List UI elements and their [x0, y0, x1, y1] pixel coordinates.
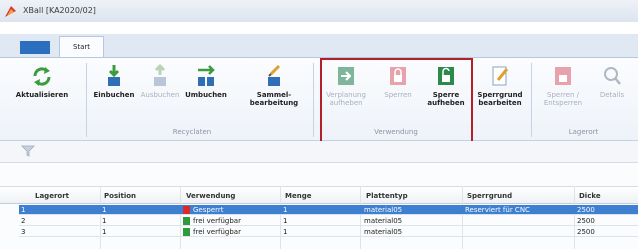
rebook-icon	[198, 65, 215, 86]
book-out-label: Ausbuchen	[140, 91, 180, 99]
tab-start[interactable]: Start	[59, 36, 104, 58]
column-header-verwendung[interactable]: Verwendung	[186, 192, 235, 200]
column-header-lagerort[interactable]: Lagerort	[35, 192, 69, 200]
table-header: Lagerort Position Verwendung Menge Platt…	[0, 186, 638, 204]
filter-icon[interactable]	[21, 145, 35, 157]
separator	[86, 63, 87, 137]
book-in-icon	[108, 65, 120, 86]
details-button[interactable]: Details	[594, 64, 630, 99]
edit-document-icon	[492, 66, 509, 86]
group-label-recycling: Recyclaten	[172, 128, 212, 136]
bulk-edit-label: Sammel- bearbeitung	[249, 91, 299, 107]
cell-sperrgrund: Reserviert für CNC	[465, 206, 530, 214]
lock-storage-icon	[555, 67, 571, 85]
refresh-icon	[33, 67, 51, 86]
details-label: Details	[599, 91, 625, 99]
cell-plattentyp: material05	[364, 228, 403, 236]
highlight-frame	[320, 58, 473, 146]
column-header-position[interactable]: Position	[104, 192, 136, 200]
refresh-label: Aktualisieren	[15, 91, 69, 99]
cell-verwendung: frei verfügbar	[193, 217, 241, 225]
column-header-menge[interactable]: Menge	[285, 192, 311, 200]
table-row[interactable]: 2 1 frei verfügbar 1 material05 2500	[19, 216, 638, 226]
rebook-button[interactable]: Umbuchen	[184, 64, 228, 99]
edit-lock-reason-label: Sperrgrund bearbeiten	[477, 91, 523, 107]
book-out-icon	[154, 64, 166, 86]
column-header-sperrgrund[interactable]: Sperrgrund	[467, 192, 512, 200]
tab-file[interactable]	[20, 41, 50, 54]
cell-position: 1	[102, 217, 107, 225]
cell-lagerort: 2	[21, 217, 26, 225]
cell-plattentyp: material05	[364, 217, 403, 225]
cell-position: 1	[102, 228, 107, 236]
bulk-edit-button[interactable]: Sammel- bearbeitung	[246, 64, 302, 107]
locked-status-icon	[183, 206, 190, 214]
cell-dicke: 2500	[577, 228, 595, 236]
bulk-edit-icon	[268, 64, 281, 86]
cell-dicke: 2500	[577, 217, 595, 225]
book-out-button[interactable]: Ausbuchen	[138, 64, 182, 99]
book-in-label: Einbuchen	[93, 91, 135, 99]
cell-lagerort: 3	[21, 228, 26, 236]
table-row[interactable]: 1 1 Gesperrt 1 material05 Reserviert für…	[19, 205, 638, 215]
separator	[313, 63, 314, 137]
cell-verwendung: frei verfügbar	[193, 228, 241, 236]
edit-lock-reason-button[interactable]: Sperrgrund bearbeiten	[474, 64, 526, 107]
filter-bar	[0, 141, 638, 163]
cell-plattentyp: material05	[364, 206, 403, 214]
cell-lagerort: 1	[21, 206, 26, 214]
rebook-label: Umbuchen	[185, 91, 227, 99]
window-title: XBall [KA2020/02]	[23, 6, 96, 15]
book-in-button[interactable]: Einbuchen	[92, 64, 136, 99]
cell-dicke: 2500	[577, 206, 595, 214]
magnifier-icon	[604, 67, 621, 85]
refresh-button[interactable]: Aktualisieren	[14, 64, 70, 99]
lock-storage-label: Sperren / Entsperren	[543, 91, 583, 107]
cell-verwendung: Gesperrt	[193, 206, 224, 214]
available-status-icon	[183, 217, 190, 225]
cell-menge: 1	[283, 217, 288, 225]
lock-storage-button[interactable]: Sperren / Entsperren	[537, 64, 589, 107]
group-label-storage: Lagerort	[568, 128, 599, 136]
cell-menge: 1	[283, 206, 288, 214]
cell-menge: 1	[283, 228, 288, 236]
separator	[531, 63, 532, 137]
app-logo-icon	[5, 6, 16, 17]
column-header-dicke[interactable]: Dicke	[579, 192, 601, 200]
table-row[interactable]: 3 1 frei verfügbar 1 material05 2500	[19, 227, 638, 237]
column-header-plattentyp[interactable]: Plattentyp	[366, 192, 408, 200]
available-status-icon	[183, 228, 190, 236]
cell-position: 1	[102, 206, 107, 214]
